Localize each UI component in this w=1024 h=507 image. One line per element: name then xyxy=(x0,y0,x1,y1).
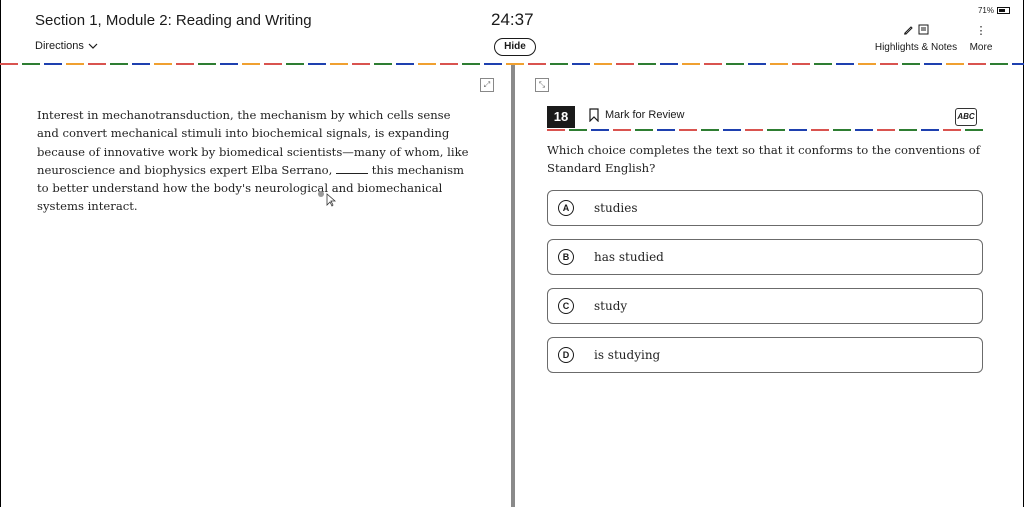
answer-choice-c[interactable]: C study xyxy=(547,288,983,324)
battery-icon xyxy=(997,7,1010,14)
hide-timer-button[interactable]: Hide xyxy=(494,38,536,56)
collapse-icon[interactable]: ⤡ xyxy=(535,78,549,92)
answer-choice-a[interactable]: A studies xyxy=(547,190,983,226)
countdown-timer: 24:37 xyxy=(491,10,534,29)
directions-label: Directions xyxy=(35,40,84,52)
question-number: 18 xyxy=(547,106,575,128)
more-vertical-icon: ⋮ xyxy=(975,25,987,37)
choice-letter: C xyxy=(558,298,574,314)
choice-text: study xyxy=(594,299,628,313)
choice-text: has studied xyxy=(594,250,664,264)
note-icon xyxy=(918,24,929,35)
answer-eliminator-button[interactable]: ABC xyxy=(955,108,977,126)
answer-choice-b[interactable]: B has studied xyxy=(547,239,983,275)
highlights-notes-label: Highlights & Notes xyxy=(874,42,958,53)
battery-status: 71% xyxy=(978,6,1010,15)
passage-blank xyxy=(336,163,369,174)
panel-divider[interactable] xyxy=(511,65,515,507)
choice-letter: D xyxy=(558,347,574,363)
question-prompt: Which choice completes the text so that … xyxy=(547,143,981,176)
answer-choice-d[interactable]: D is studying xyxy=(547,337,983,373)
section-title: Section 1, Module 2: Reading and Writing xyxy=(35,12,312,29)
passage-text: Interest in mechanotransduction, the mec… xyxy=(37,106,469,216)
mark-for-review-label: Mark for Review xyxy=(605,109,685,121)
mark-for-review-button[interactable]: Mark for Review xyxy=(589,108,684,122)
pen-icon xyxy=(904,26,914,35)
choice-letter: B xyxy=(558,249,574,265)
highlights-icons xyxy=(873,24,959,38)
touch-indicator xyxy=(318,191,324,197)
choice-text: is studying xyxy=(594,348,661,362)
test-header: Section 1, Module 2: Reading and Writing… xyxy=(0,0,1024,64)
window-border-left xyxy=(0,0,1,507)
more-label: More xyxy=(969,42,993,53)
bookmark-icon xyxy=(589,108,599,122)
choice-letter: A xyxy=(558,200,574,216)
more-button[interactable]: ⋮ More xyxy=(967,24,995,53)
question-divider xyxy=(547,129,984,131)
chevron-down-icon xyxy=(88,43,98,49)
expand-icon[interactable]: ⤢ xyxy=(480,78,494,92)
directions-toggle[interactable]: Directions xyxy=(35,40,98,52)
highlights-notes-button[interactable]: Highlights & Notes xyxy=(873,24,959,53)
battery-percent: 71% xyxy=(977,6,994,15)
choice-text: studies xyxy=(594,201,638,215)
mouse-cursor-icon xyxy=(326,193,336,207)
